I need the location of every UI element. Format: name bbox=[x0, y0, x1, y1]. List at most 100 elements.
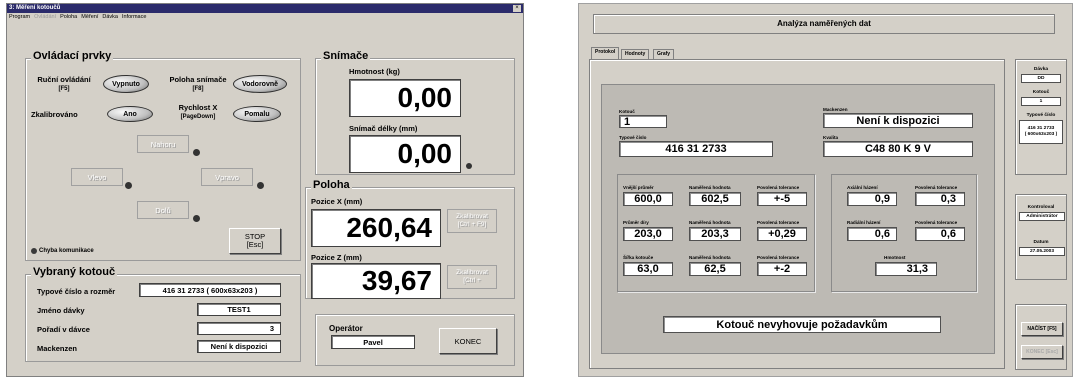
outer-measured: 602,5 bbox=[689, 192, 741, 206]
side-controller-field: Administrátor bbox=[1019, 212, 1065, 221]
manual-label: Ruční ovládání [F5] bbox=[37, 75, 91, 93]
manual-toggle[interactable]: Vypnuto bbox=[103, 75, 149, 93]
z-calibrate-button[interactable]: Zkalibrovat [Ctrl + bbox=[447, 265, 497, 289]
side-batch-label: Dávka bbox=[1033, 67, 1049, 72]
radial-value: 0,6 bbox=[847, 227, 897, 241]
quality-label: Kvalita bbox=[823, 135, 839, 140]
outer-nominal: 600,0 bbox=[623, 192, 673, 206]
outer-tol-label: Povolená tolerance bbox=[757, 185, 800, 190]
tab-protokol[interactable]: Protokol bbox=[591, 47, 620, 59]
left-indicator bbox=[125, 182, 132, 189]
measurement-window: 3: Měření kotoučů × Program Ovládání Pol… bbox=[6, 3, 524, 377]
stop-button[interactable]: STOP [Esc] bbox=[229, 228, 281, 254]
menu-ovladani[interactable]: Ovládání bbox=[34, 13, 56, 22]
order-label: Pořadí v dávce bbox=[37, 325, 90, 334]
sensor-pos-toggle[interactable]: Vodorovně bbox=[233, 75, 287, 93]
calibrated-label: Zkalibrováno bbox=[31, 110, 78, 119]
right-button[interactable]: Vpravo bbox=[201, 168, 253, 186]
mackenzen-field-r: Není k dispozici bbox=[823, 113, 973, 128]
menu-poloha[interactable]: Poloha bbox=[60, 13, 77, 22]
kotouc-field: 1 bbox=[619, 115, 667, 128]
menu-davka[interactable]: Dávka bbox=[102, 13, 118, 22]
radial-tol-label: Povolená tolerance bbox=[915, 220, 958, 225]
weight-label: Hmotnost (kg) bbox=[349, 67, 400, 76]
tab-hodnoty[interactable]: Hodnoty bbox=[621, 49, 650, 59]
hole-tol-label: Povolená tolerance bbox=[757, 220, 800, 225]
mackenzen-label: Mackenzen bbox=[37, 344, 78, 353]
width-tolerance: +-2 bbox=[757, 262, 807, 276]
side-date-field: 27.05.2003 bbox=[1019, 247, 1065, 256]
length-label: Snímač délky (mm) bbox=[349, 124, 418, 133]
weight-display: 0,00 bbox=[349, 79, 461, 117]
width-tol-label: Povolená tolerance bbox=[757, 255, 800, 260]
menu-program[interactable]: Program bbox=[9, 13, 30, 22]
batch-field: TEST1 bbox=[197, 303, 281, 316]
x-display: 260,64 bbox=[311, 209, 441, 247]
window-title: 3: Měření kotoučů bbox=[7, 4, 523, 13]
screenshot-root: 3: Měření kotoučů × Program Ovládání Pol… bbox=[0, 0, 1077, 381]
axial-value: 0,9 bbox=[847, 192, 897, 206]
width-label: Šířka kotouče bbox=[623, 255, 654, 260]
hole-tolerance: +0,29 bbox=[757, 227, 807, 241]
radial-tolerance: 0,6 bbox=[915, 227, 965, 241]
type-label: Typové číslo a rozměr bbox=[37, 287, 116, 296]
type-field: 416 31 2733 ( 600x63x203 ) bbox=[139, 283, 281, 297]
comm-error-indicator bbox=[31, 248, 37, 254]
verdict-field: Kotouč nevyhovuje požadavkům bbox=[663, 316, 941, 333]
outer-measured-label: Naměřená hodnota bbox=[689, 185, 731, 190]
radial-label: Radiální házení bbox=[847, 220, 881, 225]
hole-diameter-label: Průměr díry bbox=[623, 220, 649, 225]
sensor-pos-label: Poloha snímače [F8] bbox=[169, 75, 227, 93]
sensors-title: Snímače bbox=[321, 50, 371, 62]
mackenzen-field: Není k dispozici bbox=[197, 340, 281, 353]
axial-tolerance: 0,3 bbox=[915, 192, 965, 206]
outer-diameter-label: Vnější průměr bbox=[623, 185, 654, 190]
menu-mereni[interactable]: Měření bbox=[81, 13, 98, 22]
operator-label: Operátor bbox=[329, 324, 363, 333]
operator-field: Pavel bbox=[331, 335, 415, 349]
position-title: Poloha bbox=[311, 179, 352, 191]
side-type-label: Typové číslo bbox=[1026, 113, 1056, 118]
down-indicator bbox=[193, 215, 200, 222]
x-calibrate-button[interactable]: Zkalibrovat [Ctrl + F9] bbox=[447, 209, 497, 233]
controls-title: Ovládací prvky bbox=[31, 50, 114, 62]
analysis-header: Analýza naměřených dat bbox=[777, 19, 871, 28]
up-button[interactable]: Nahoru bbox=[137, 135, 189, 153]
weight-label-r: Hmotnost bbox=[884, 255, 906, 260]
side-type-field: 416 31 2733( 600x63x203 ) bbox=[1019, 120, 1063, 144]
side-kotouc-field: 1 bbox=[1021, 97, 1061, 106]
side-date-label: Datum bbox=[1033, 240, 1049, 245]
batch-label: Jméno dávky bbox=[37, 306, 85, 315]
side-buttons-panel bbox=[1015, 304, 1067, 370]
side-controller-label: Kontroloval bbox=[1027, 205, 1055, 210]
width-measured: 62,5 bbox=[689, 262, 741, 276]
speed-toggle[interactable]: Pomalu bbox=[233, 106, 281, 122]
axial-tol-label: Povolená tolerance bbox=[915, 185, 958, 190]
load-button[interactable]: NAČÍST [F5] bbox=[1021, 322, 1063, 336]
down-button[interactable]: Dolů bbox=[137, 201, 189, 219]
left-button[interactable]: Vlevo bbox=[71, 168, 123, 186]
axial-label: Axiální házení bbox=[847, 185, 878, 190]
outer-tolerance: +-5 bbox=[757, 192, 807, 206]
end-button[interactable]: KONEC bbox=[439, 328, 497, 354]
calibrated-toggle[interactable]: Ano bbox=[107, 106, 153, 122]
type-field-r: 416 31 2733 bbox=[619, 141, 773, 157]
z-label: Pozice Z (mm) bbox=[311, 253, 362, 262]
mackenzen-label-r: Mackenzen bbox=[823, 107, 848, 112]
length-indicator bbox=[466, 163, 472, 169]
side-batch-field: DD bbox=[1021, 74, 1061, 83]
type-label-r: Typové číslo bbox=[619, 135, 647, 140]
side-kotouc-label: Kotouč bbox=[1032, 90, 1050, 95]
width-measured-label: Naměřená hodnota bbox=[689, 255, 731, 260]
width-nominal: 63,0 bbox=[623, 262, 673, 276]
quality-field: C48 80 K 9 V bbox=[823, 141, 973, 157]
analysis-window: Analýza naměřených dat Protokol Hodnoty … bbox=[578, 3, 1073, 377]
comm-error-label: Chyba komunikace bbox=[39, 248, 94, 254]
speed-label: Rychlost X [PageDown] bbox=[178, 103, 218, 121]
menu-bar: Program Ovládání Poloha Měření Dávka Inf… bbox=[7, 13, 523, 22]
menu-informace[interactable]: Informace bbox=[122, 13, 146, 22]
tab-grafy[interactable]: Grafy bbox=[653, 49, 675, 59]
close-icon[interactable]: × bbox=[513, 5, 521, 12]
end-button-r[interactable]: KONEC [Esc] bbox=[1021, 345, 1063, 359]
length-display: 0,00 bbox=[349, 135, 461, 173]
